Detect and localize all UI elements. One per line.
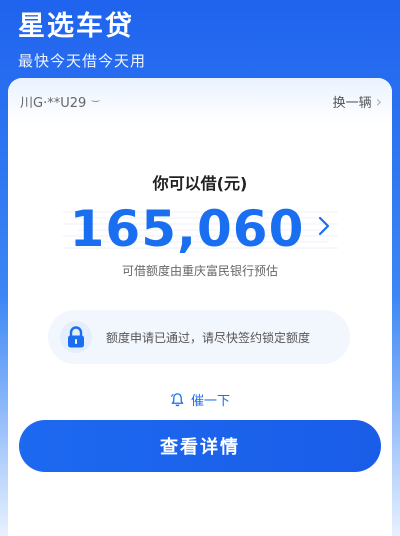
vehicle-selector[interactable]: 川G·**U29 ⌣ xyxy=(20,92,101,111)
switch-vehicle-label: 换一辆 xyxy=(332,95,372,111)
plate-number: 川G·**U29 xyxy=(20,95,87,111)
amount-chevron-right-icon xyxy=(318,216,330,242)
view-details-button[interactable]: 查看详情 xyxy=(19,420,381,472)
loan-amount-value: 165,060 xyxy=(69,200,305,258)
approval-status-text: 额度申请已通过，请尽快签约锁定额度 xyxy=(106,330,311,345)
loan-card: 川G·**U29 ⌣ 换一辆 › 你可以借(元) 165,060 可借额度由重庆… xyxy=(8,78,392,536)
switch-vehicle-button[interactable]: 换一辆 › xyxy=(333,92,382,111)
lock-icon xyxy=(60,321,92,353)
remind-button[interactable]: 催一下 xyxy=(8,390,392,409)
loan-amount-label: 你可以借(元) xyxy=(152,174,248,193)
chevron-right-icon: › xyxy=(375,91,382,111)
header: 星选车贷 最快今天借今天用 xyxy=(18,10,146,71)
approval-status-banner: 额度申请已通过，请尽快签约锁定额度 xyxy=(48,310,350,364)
app-title: 星选车贷 xyxy=(18,11,134,42)
credit-provider-note: 可借额度由重庆富民银行预估 xyxy=(121,264,278,278)
remind-label: 催一下 xyxy=(190,394,230,409)
chevron-down-icon: ⌣ xyxy=(90,94,101,107)
vehicle-bar: 川G·**U29 ⌣ 换一辆 › xyxy=(8,78,392,124)
loan-amount-row[interactable]: 165,060 xyxy=(8,198,392,260)
bell-icon xyxy=(170,393,184,407)
app-subtitle: 最快今天借今天用 xyxy=(18,52,147,70)
